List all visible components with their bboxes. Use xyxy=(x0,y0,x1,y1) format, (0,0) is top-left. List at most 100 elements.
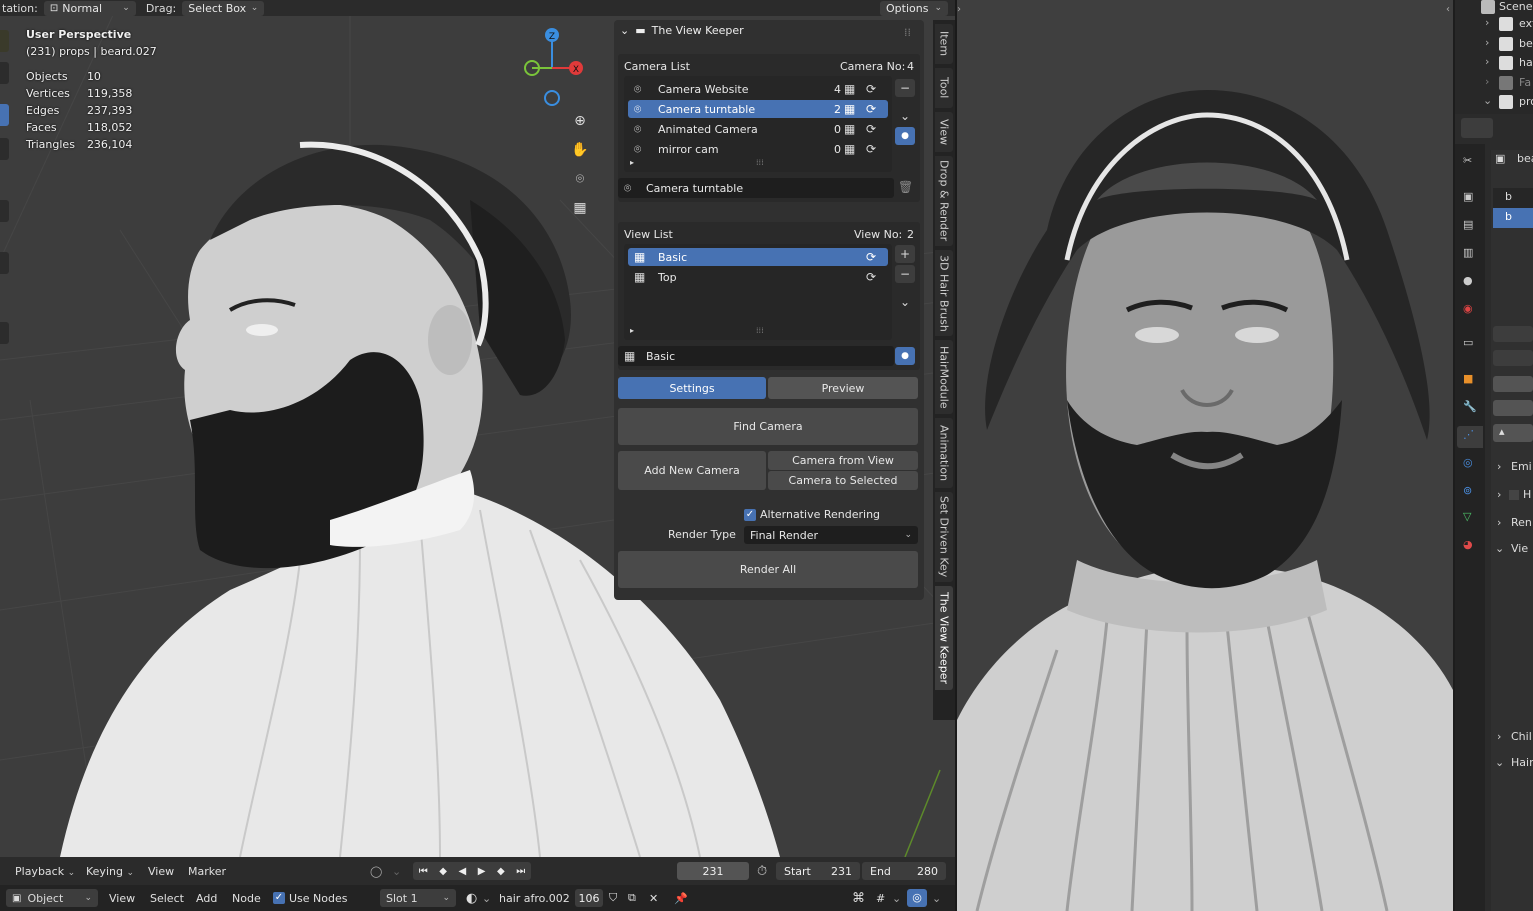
zoom-icon[interactable]: ⊕ xyxy=(567,108,593,134)
refresh-icon[interactable]: ⟳ xyxy=(866,82,876,96)
list-item-selected[interactable]: ⌾ Camera turntable 2 ▦ ⟳ xyxy=(628,100,888,118)
record-icon[interactable]: ◯ xyxy=(370,865,382,878)
chevron-right-icon[interactable]: › xyxy=(1497,460,1501,473)
chevron-down-icon[interactable]: ⌄ xyxy=(1495,756,1504,769)
tab-drop-render[interactable]: Drop & Render xyxy=(935,156,953,246)
list-item[interactable]: ⌾ Camera Website 4 ▦ ⟳ xyxy=(628,80,888,98)
render-type-dropdown[interactable]: Final Render ⌄ xyxy=(744,526,918,544)
duplicate-icon[interactable]: ⧉ xyxy=(628,891,636,905)
pin-icon[interactable]: 📌 xyxy=(674,892,688,905)
active-view-field[interactable]: ▦ Basic xyxy=(618,346,894,366)
refresh-icon[interactable]: ⟳ xyxy=(866,250,876,264)
chevron-right-icon[interactable]: › xyxy=(1497,730,1501,743)
overlay-toggle-icon[interactable]: ◎ xyxy=(907,889,927,907)
data-icon[interactable]: ▽ xyxy=(1463,510,1471,523)
views-icon[interactable]: ▦ xyxy=(844,122,855,136)
slot-dropdown[interactable]: Slot 1 ⌄ xyxy=(380,889,456,907)
fake-user-shield-icon[interactable]: ⛉ xyxy=(609,891,617,905)
drag-dropdown[interactable]: Select Box ⌄ xyxy=(182,0,265,16)
tool-move[interactable] xyxy=(0,104,9,126)
tool-rotate[interactable] xyxy=(0,138,9,160)
marker-menu[interactable]: Marker xyxy=(188,865,226,878)
chevron-right-icon[interactable]: › xyxy=(1497,516,1501,529)
remove-view-button[interactable]: − xyxy=(895,265,915,283)
next-keyframe-icon[interactable]: ◆ xyxy=(497,866,505,877)
close-icon[interactable]: ✕ xyxy=(649,892,658,905)
perspective-grid-icon[interactable]: ▦ xyxy=(567,195,593,221)
object-mode-dropdown[interactable]: ▣ Object ⌄ xyxy=(6,889,98,907)
refresh-icon[interactable]: ⟳ xyxy=(866,102,876,116)
snap-grid-icon[interactable]: # xyxy=(876,892,885,905)
chevron-down-icon[interactable]: ⌄ xyxy=(1483,94,1492,107)
move-down-button[interactable]: ⌄ xyxy=(895,107,915,125)
tab-set-driven-key[interactable]: Set Driven Key xyxy=(935,492,953,582)
outliner-item[interactable]: ext xyxy=(1519,17,1533,30)
view-menu[interactable]: View xyxy=(109,892,135,905)
chevron-right-icon[interactable]: › xyxy=(957,4,961,15)
refresh-icon[interactable]: ⟳ xyxy=(866,122,876,136)
list-item[interactable]: ▦ Top ⟳ xyxy=(628,268,888,286)
views-icon[interactable]: ▦ xyxy=(844,102,855,116)
resize-grip-icon[interactable]: ⁞⁞⁞ xyxy=(756,326,764,335)
tool-select[interactable] xyxy=(0,30,9,52)
settings-dropdown[interactable] xyxy=(1493,326,1533,342)
play-reverse-icon[interactable]: ◀ xyxy=(459,866,467,877)
tool-measure[interactable] xyxy=(0,322,9,344)
active-camera-field[interactable]: ⌾ Camera turntable xyxy=(618,178,894,198)
use-nodes-checkbox[interactable]: ✓ Use Nodes xyxy=(273,892,348,905)
section-children[interactable]: Chil xyxy=(1511,730,1532,743)
remove-camera-button[interactable]: − xyxy=(895,79,915,97)
add-view-button[interactable]: + xyxy=(895,245,915,263)
chevron-down-icon[interactable]: ⌄ xyxy=(892,892,901,905)
particles-icon[interactable]: ⋰ xyxy=(1463,428,1474,441)
material-icon[interactable]: ◕ xyxy=(1463,538,1473,551)
settings-field[interactable] xyxy=(1493,350,1533,366)
chevron-right-icon[interactable]: › xyxy=(1485,36,1489,49)
section-hair-dynamics[interactable]: H xyxy=(1523,488,1531,501)
modifier-wrench-icon[interactable]: 🔧 xyxy=(1463,400,1477,413)
material-sphere-icon[interactable]: ◐ xyxy=(466,891,477,906)
add-new-camera-button[interactable]: Add New Camera xyxy=(618,451,766,490)
camera-from-view-button[interactable]: Camera from View xyxy=(768,451,918,470)
settings-field[interactable] xyxy=(1493,400,1533,416)
material-name[interactable]: hair afro.002 xyxy=(499,892,570,905)
chevron-down-icon[interactable]: ⌄ xyxy=(620,24,629,37)
material-users-count[interactable]: 106 xyxy=(575,889,603,907)
start-frame-field[interactable]: Start 231 xyxy=(776,862,860,880)
list-item[interactable]: ⌾ Animated Camera 0 ▦ ⟳ xyxy=(628,120,888,138)
panel-header[interactable]: ⌄ ▬ The View Keeper xyxy=(620,24,744,37)
settings-field[interactable] xyxy=(1493,376,1533,392)
chevron-right-icon[interactable]: › xyxy=(1485,55,1489,68)
section-hair-shape[interactable]: Hair xyxy=(1511,756,1533,769)
expand-triangle-icon[interactable]: ▸ xyxy=(630,158,634,167)
resize-grip-icon[interactable]: ⁞⁞⁞ xyxy=(756,158,764,167)
outliner-item[interactable]: pro xyxy=(1519,95,1533,108)
physics-icon[interactable]: ◎ xyxy=(1463,456,1473,469)
constraints-icon[interactable]: ⊚ xyxy=(1463,484,1472,497)
jump-end-icon[interactable]: ⏭ xyxy=(516,866,525,877)
tool-scale[interactable] xyxy=(0,200,9,222)
stopwatch-icon[interactable]: ⏱ xyxy=(757,864,767,879)
options-dropdown[interactable]: Options ⌄ xyxy=(880,0,948,16)
select-menu[interactable]: Select xyxy=(150,892,184,905)
camera-to-selected-button[interactable]: Camera to Selected xyxy=(768,471,918,490)
section-render[interactable]: Ren xyxy=(1511,516,1532,529)
tab-3d-hair-brush[interactable]: 3D Hair Brush xyxy=(935,250,953,336)
outliner-item-scene[interactable]: Scene xyxy=(1499,0,1533,13)
views-icon[interactable]: ▦ xyxy=(844,142,855,156)
collection-icon[interactable]: ▭ xyxy=(1463,336,1473,349)
tab-tool[interactable]: Tool xyxy=(935,68,953,108)
refresh-icon[interactable]: ⟳ xyxy=(866,142,876,156)
section-viewport-display[interactable]: Vie xyxy=(1511,542,1528,555)
add-menu[interactable]: Add xyxy=(196,892,217,905)
render-preview-viewport[interactable] xyxy=(957,0,1453,911)
object-icon[interactable]: ■ xyxy=(1463,372,1473,385)
current-frame-field[interactable]: 231 xyxy=(677,862,749,880)
end-frame-field[interactable]: End 280 xyxy=(862,862,946,880)
outliner-item[interactable]: be xyxy=(1519,37,1533,50)
refresh-icon[interactable]: ⟳ xyxy=(866,270,876,284)
tab-hairmodule[interactable]: HairModule xyxy=(935,340,953,414)
find-camera-button[interactable]: Find Camera xyxy=(618,408,918,445)
expand-triangle-icon[interactable]: ▸ xyxy=(630,326,634,335)
jump-start-icon[interactable]: ⏮ xyxy=(419,866,428,877)
